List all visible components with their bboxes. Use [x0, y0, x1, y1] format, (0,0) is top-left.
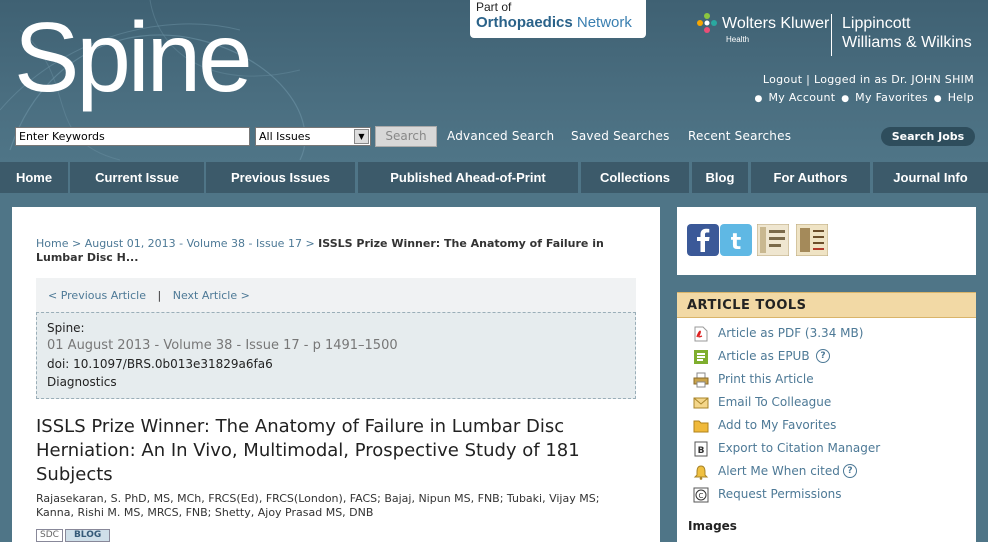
article-pager: < Previous Article | Next Article >: [36, 278, 636, 312]
main-nav: Home Current Issue Previous Issues Publi…: [0, 162, 988, 193]
tool-label: Request Permissions: [718, 487, 842, 501]
citation-doi: doi: 10.1097/BRS.0b013e31829a6fa6: [47, 357, 273, 371]
envelope-icon: [693, 397, 709, 409]
facebook-icon[interactable]: [687, 224, 719, 256]
sdc-badge[interactable]: SDC: [36, 529, 63, 542]
article-badges: SDC BLOG: [36, 529, 111, 542]
logged-in-status: Logged in as Dr. JOHN SHIM: [813, 73, 974, 86]
tool-label: Export to Citation Manager: [718, 441, 881, 455]
publisher-divider: [831, 14, 832, 56]
site-header: Spine Part of Orthopaedics Network Wolte…: [0, 0, 988, 162]
article-pager-separator: |: [157, 289, 162, 302]
folder-icon: [693, 420, 709, 433]
previous-article-link[interactable]: < Previous Article: [48, 289, 146, 302]
my-account-link[interactable]: My Account: [769, 91, 836, 104]
saved-searches-link[interactable]: Saved Searches: [571, 129, 670, 143]
svg-text:C: C: [699, 492, 704, 500]
help-link[interactable]: Help: [948, 91, 974, 104]
tool-label: Add to My Favorites: [718, 418, 837, 432]
network-name-regular: Network: [572, 14, 632, 31]
article-content: Home > August 01, 2013 - Volume 38 - Iss…: [12, 207, 660, 542]
export-icon: B: [694, 441, 708, 457]
breadcrumb-separator: >: [305, 237, 315, 250]
pdf-icon: [694, 326, 708, 342]
help-icon[interactable]: ?: [843, 464, 857, 478]
advanced-search-link[interactable]: Advanced Search: [447, 129, 554, 143]
nav-tab-journal-info[interactable]: Journal Info: [873, 162, 988, 193]
bullet-icon: ●: [933, 94, 942, 104]
network-name-bold: Orthopaedics: [476, 14, 573, 31]
help-icon[interactable]: ?: [816, 349, 830, 363]
recent-searches-link[interactable]: Recent Searches: [688, 129, 791, 143]
next-article-link[interactable]: Next Article >: [173, 289, 250, 302]
svg-text:t: t: [731, 230, 742, 255]
wolters-kluwer-health: Health: [726, 35, 750, 44]
nav-tab-for-authors[interactable]: For Authors: [751, 162, 870, 193]
tool-label: Alert Me When cited: [718, 464, 840, 478]
nav-tab-blog[interactable]: Blog: [692, 162, 748, 193]
spine-logo[interactable]: Spine: [14, 8, 253, 106]
nav-tab-collections[interactable]: Collections: [581, 162, 689, 193]
keyword-search-input[interactable]: [15, 127, 250, 146]
twitter-icon[interactable]: t: [720, 224, 752, 256]
citation-box: Spine: 01 August 2013 - Volume 38 - Issu…: [36, 312, 636, 399]
wolters-kluwer-name: Wolters Kluwer: [722, 15, 830, 32]
bullet-icon: ●: [841, 94, 850, 104]
lww-name-line1: Lippincott: [842, 15, 911, 32]
tool-label: Article as PDF (3.34 MB): [718, 326, 864, 340]
logout-link[interactable]: Logout: [763, 73, 802, 86]
nav-tab-current-issue[interactable]: Current Issue: [70, 162, 204, 193]
chinese-edition-icon[interactable]: [796, 224, 828, 256]
citation-section: Diagnostics: [47, 375, 117, 389]
breadcrumb-issue[interactable]: August 01, 2013 - Volume 38 - Issue 17: [85, 237, 302, 250]
orthopaedics-network-badge[interactable]: Part of Orthopaedics Network: [470, 0, 646, 38]
alert-when-cited-link[interactable]: Alert Me When cited ?: [693, 463, 963, 481]
issue-scope-value: All Issues: [259, 130, 311, 143]
spine-blog-icon[interactable]: [757, 224, 789, 256]
citation-journal: Spine:: [47, 321, 85, 335]
bullet-icon: ●: [754, 94, 763, 104]
nav-tab-published-ahead-of-print[interactable]: Published Ahead-of-Print: [358, 162, 578, 193]
article-authors: Rajasekaran, S. PhD, MS, MCh, FRCS(Ed), …: [36, 492, 600, 519]
issue-scope-select[interactable]: All Issues ▼: [255, 127, 371, 146]
images-heading: Images: [688, 519, 737, 533]
breadcrumb-separator: >: [71, 237, 82, 250]
social-panel: t: [677, 207, 976, 275]
article-tools-heading: ARTICLE TOOLS: [677, 292, 976, 318]
wolters-kluwer-logo-icon: [697, 13, 717, 33]
network-prefix: Part of: [476, 0, 512, 14]
article-title: ISSLS Prize Winner: The Anatomy of Failu…: [36, 416, 580, 485]
blog-badge[interactable]: BLOG: [64, 529, 111, 542]
bell-icon: [693, 465, 709, 480]
citation-issue: 01 August 2013 - Volume 38 - Issue 17 - …: [47, 338, 398, 353]
tool-label: Email To Colleague: [718, 395, 832, 409]
search-button[interactable]: Search: [375, 126, 437, 147]
chevron-down-icon[interactable]: ▼: [354, 129, 369, 144]
svg-text:B: B: [698, 446, 705, 456]
copyright-icon: C: [693, 487, 709, 503]
user-links: Logout | Logged in as Dr. JOHN SHIM ● My…: [753, 71, 974, 108]
tool-label: Print this Article: [718, 372, 814, 386]
breadcrumb-home[interactable]: Home: [36, 237, 68, 250]
user-links-separator: |: [806, 73, 811, 86]
article-epub-link[interactable]: Article as EPUB ?: [693, 348, 963, 366]
nav-tab-home[interactable]: Home: [0, 162, 68, 193]
tool-label: Article as EPUB: [718, 349, 810, 363]
breadcrumb: Home > August 01, 2013 - Volume 38 - Iss…: [36, 237, 646, 265]
search-jobs-button[interactable]: Search Jobs: [881, 127, 975, 146]
my-favorites-link[interactable]: My Favorites: [855, 91, 928, 104]
search-bar: All Issues ▼ Search Advanced Search Save…: [15, 126, 975, 148]
printer-icon: [693, 372, 709, 388]
article-tools-panel: ARTICLE TOOLS Article as PDF (3.34 MB) A…: [677, 292, 976, 542]
nav-tab-previous-issues[interactable]: Previous Issues: [206, 162, 355, 193]
epub-icon: [694, 350, 708, 364]
lww-name-line2: Williams & Wilkins: [842, 34, 972, 51]
publisher-logo[interactable]: Wolters Kluwer Health Lippincott William…: [696, 12, 986, 58]
